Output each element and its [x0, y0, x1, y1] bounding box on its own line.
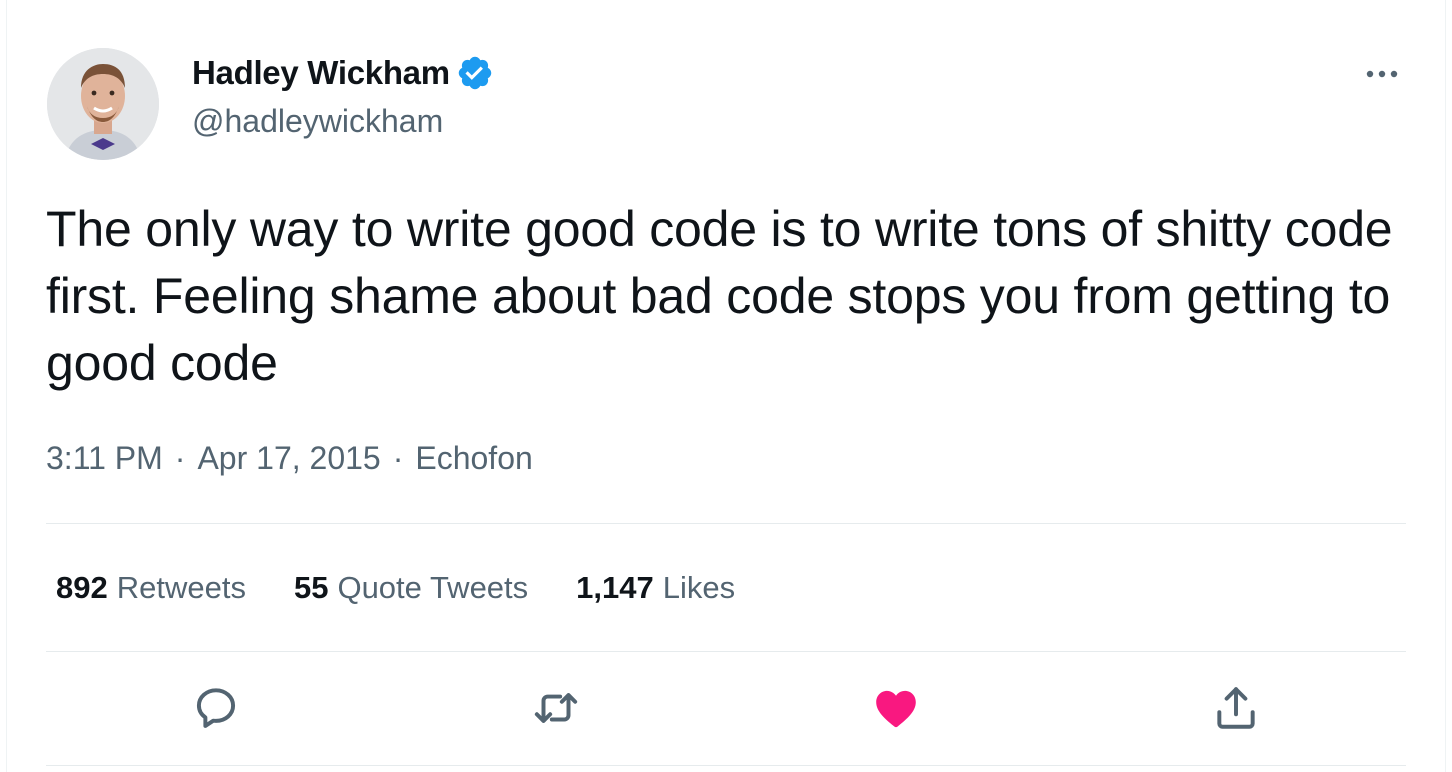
more-icon[interactable]	[1362, 64, 1402, 84]
author-name-row: Hadley Wickham	[192, 54, 494, 92]
retweets-count: 892	[56, 570, 108, 605]
retweet-icon	[534, 693, 578, 723]
quote-tweets-count: 55	[293, 570, 329, 605]
avatar[interactable]	[47, 48, 159, 160]
frame-left-edge	[6, 0, 7, 772]
likes-stat[interactable]: 1,147 Likes	[576, 570, 735, 606]
share-button[interactable]	[1210, 682, 1262, 734]
likes-count: 1,147	[576, 570, 654, 605]
tweet-stats: 892 Retweets 55 Quote Tweets 1,147 Likes	[56, 570, 783, 606]
tweet-time[interactable]: 3:11 PM	[46, 440, 163, 477]
tweet-source[interactable]: Echofon	[415, 440, 532, 477]
likes-label: Likes	[662, 570, 736, 605]
tweet-meta: 3:11 PM · Apr 17, 2015 · Echofon	[46, 440, 533, 477]
quote-tweets-label: Quote Tweets	[337, 570, 529, 605]
quote-tweets-stat[interactable]: 55 Quote Tweets	[294, 570, 528, 606]
retweet-button[interactable]	[530, 682, 582, 734]
reply-button[interactable]	[190, 682, 242, 734]
frame-right-edge	[1445, 0, 1446, 772]
reply-icon	[196, 688, 236, 728]
verified-badge-icon	[456, 54, 494, 92]
divider	[46, 651, 1406, 652]
meta-separator: ·	[392, 440, 404, 476]
tweet-text: The only way to write good code is to wr…	[46, 201, 1393, 391]
meta-separator: ·	[174, 440, 186, 476]
tweet-actions	[0, 682, 1452, 738]
share-icon	[1217, 687, 1255, 729]
like-button[interactable]	[870, 682, 922, 734]
author-handle[interactable]: @hadleywickham	[192, 103, 443, 140]
heart-icon	[876, 690, 916, 728]
tweet-date[interactable]: Apr 17, 2015	[197, 440, 380, 477]
author-display-name[interactable]: Hadley Wickham	[192, 54, 450, 92]
divider	[46, 765, 1406, 766]
avatar-image	[47, 48, 159, 160]
divider	[46, 523, 1406, 524]
retweets-label: Retweets	[116, 570, 246, 605]
retweets-stat[interactable]: 892 Retweets	[56, 570, 246, 606]
